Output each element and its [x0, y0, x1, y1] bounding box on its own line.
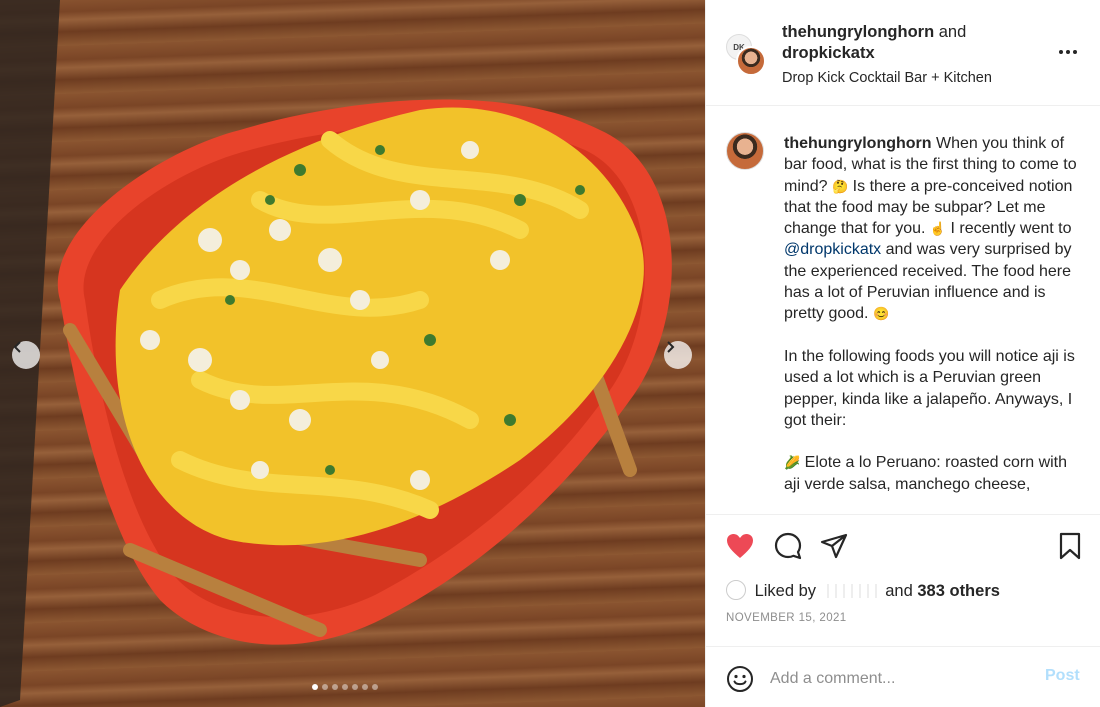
- heart-icon: [727, 534, 753, 558]
- post-header: DK thehungrylonghorn and dropkickatx Dro…: [706, 0, 1100, 106]
- emoji-picker-icon[interactable]: [726, 665, 754, 693]
- comment-icon: [774, 532, 802, 560]
- post-photo[interactable]: [0, 0, 705, 707]
- owner-username-link[interactable]: thehungrylonghorn: [782, 23, 934, 41]
- liker-avatar[interactable]: [726, 580, 746, 600]
- caption-sentence: I recently went to: [950, 220, 1072, 238]
- thinking-emoji: 🤔: [832, 178, 849, 194]
- post-side-panel: DK thehungrylonghorn and dropkickatx Dro…: [705, 0, 1100, 707]
- comment-button[interactable]: [772, 530, 804, 562]
- pointing-emoji: ☝️: [929, 221, 947, 237]
- save-button[interactable]: [1054, 530, 1086, 562]
- caption-text: thehungrylonghorn When you think of bar …: [784, 133, 1086, 514]
- carousel-dot: [352, 684, 358, 690]
- share-button[interactable]: [818, 530, 850, 562]
- likes-summary: Liked by and 383 others: [726, 580, 1000, 602]
- post-header-text: thehungrylonghorn and dropkickatx Drop K…: [782, 22, 1052, 88]
- carousel-dot: [332, 684, 338, 690]
- carousel-indicator: [312, 684, 378, 690]
- caption-author-avatar[interactable]: [726, 132, 764, 170]
- smiling-emoji: 😊: [872, 306, 890, 322]
- more-options-icon: [1059, 50, 1077, 54]
- carousel-dot: [372, 684, 378, 690]
- share-icon: [820, 533, 848, 559]
- owner-avatar[interactable]: [736, 46, 766, 76]
- likes-joiner: and: [885, 582, 913, 600]
- next-image-button[interactable]: [664, 341, 692, 369]
- comment-input[interactable]: [770, 667, 1030, 691]
- carousel-dot: [322, 684, 328, 690]
- caption-paragraph: Elote a lo Peruano: roasted corn with aj…: [784, 454, 1068, 493]
- caption-author-link[interactable]: thehungrylonghorn: [784, 135, 932, 152]
- location-link[interactable]: Drop Kick Cocktail Bar + Kitchen: [782, 68, 1052, 88]
- previous-image-button[interactable]: [12, 341, 40, 369]
- caption-paragraph: In the following foods you will notice a…: [784, 347, 1075, 429]
- carousel-dot: [342, 684, 348, 690]
- carousel-dot: [362, 684, 368, 690]
- likes-others-link[interactable]: 383 others: [917, 582, 1000, 600]
- collab-avatars[interactable]: DK: [726, 34, 768, 76]
- fries-photo: [0, 0, 672, 707]
- action-bar: [706, 530, 1100, 566]
- mention-link[interactable]: @dropkickatx: [784, 241, 881, 258]
- carousel-dot: [312, 684, 318, 690]
- likes-prefix: Liked by: [754, 582, 817, 600]
- chevron-left-icon: [13, 341, 21, 353]
- post-comment-button[interactable]: Post: [1045, 667, 1080, 685]
- post-date[interactable]: NOVEMBER 15, 2021: [726, 612, 847, 624]
- header-joiner: and: [938, 23, 967, 41]
- like-button[interactable]: [724, 530, 756, 562]
- redacted-username[interactable]: [820, 584, 881, 598]
- corn-emoji: 🌽: [784, 455, 801, 471]
- more-options-button[interactable]: [1056, 40, 1080, 64]
- caption-scroll-area[interactable]: thehungrylonghorn When you think of bar …: [706, 107, 1100, 515]
- comment-bar: Post: [706, 646, 1100, 707]
- collaborator-username-link[interactable]: dropkickatx: [782, 44, 875, 62]
- chevron-right-icon: [667, 341, 675, 353]
- bookmark-icon: [1059, 532, 1081, 560]
